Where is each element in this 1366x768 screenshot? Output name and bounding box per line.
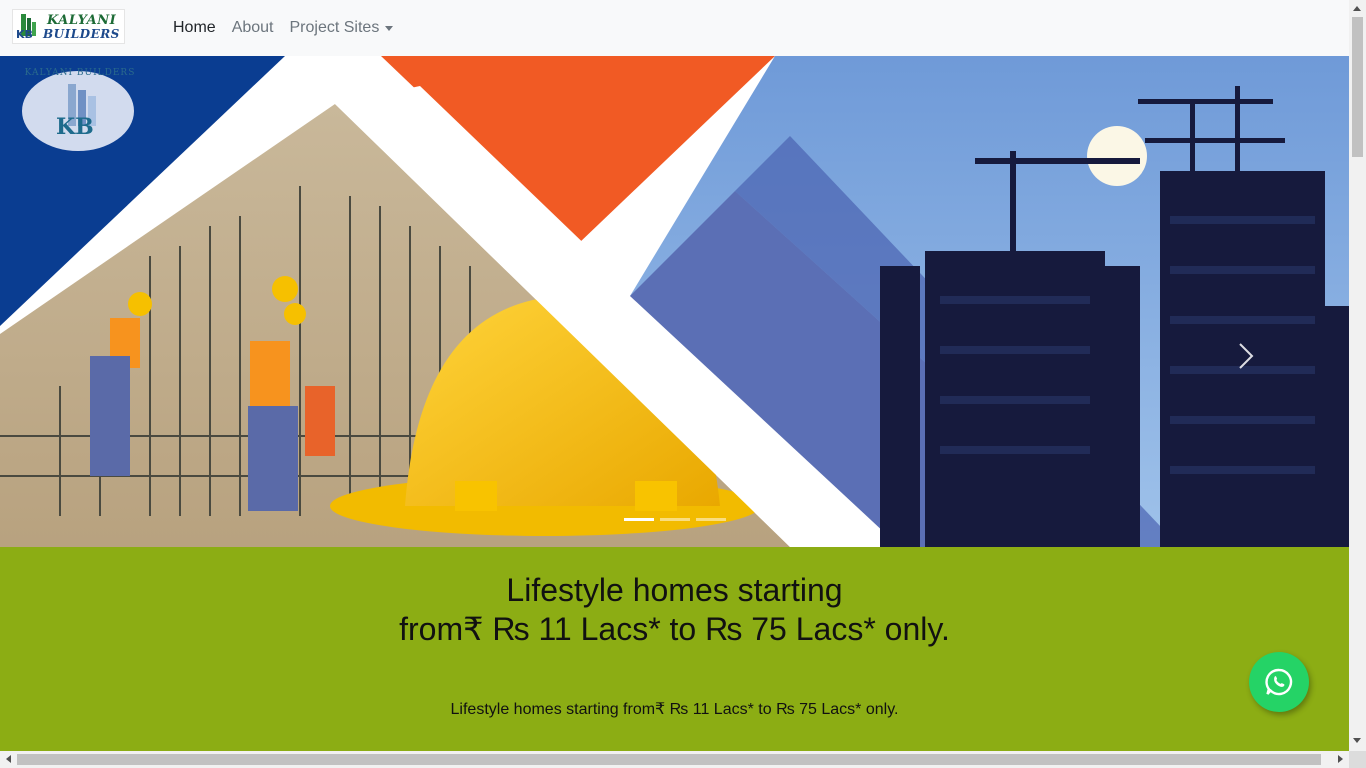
headline-line1: Lifestyle homes starting bbox=[506, 572, 843, 608]
scroll-down-arrow-icon[interactable] bbox=[1353, 738, 1361, 743]
brand-logo[interactable]: KALYANI BUILDERS KB bbox=[12, 9, 125, 44]
brand-name-line2: BUILDERS bbox=[43, 27, 120, 41]
nav-about[interactable]: About bbox=[232, 19, 274, 37]
hero-carousel: KB KALYANI BUILDERS bbox=[0, 56, 1349, 547]
vertical-scroll-thumb[interactable] bbox=[1352, 17, 1363, 157]
carousel-indicators bbox=[624, 518, 726, 521]
navbar: KALYANI BUILDERS KB Home About Project S… bbox=[0, 0, 1349, 56]
carousel-next-button[interactable] bbox=[1226, 326, 1270, 386]
nav-project-sites[interactable]: Project Sites bbox=[290, 19, 394, 37]
nav-home[interactable]: Home bbox=[173, 19, 216, 37]
chevron-right-icon bbox=[1239, 343, 1254, 369]
brand-monogram: KB bbox=[16, 28, 33, 41]
carousel-slide-image bbox=[0, 56, 1349, 547]
horizontal-scroll-thumb[interactable] bbox=[17, 754, 1321, 765]
pricing-subline: Lifestyle homes starting from₹ ₨ 11 Lacs… bbox=[450, 701, 899, 718]
nav-links: Home About Project Sites bbox=[173, 0, 409, 56]
scroll-up-arrow-icon[interactable] bbox=[1353, 6, 1361, 11]
pricing-section: Lifestyle homes starting from₹ ₨ 11 Lacs… bbox=[0, 547, 1349, 752]
vertical-scrollbar[interactable] bbox=[1349, 0, 1366, 751]
badge-text: KALYANI BUILDERS bbox=[24, 68, 136, 78]
whatsapp-button[interactable] bbox=[1249, 652, 1309, 712]
whatsapp-icon bbox=[1265, 668, 1293, 696]
horizontal-scrollbar[interactable] bbox=[0, 751, 1349, 768]
carousel-indicator-3[interactable] bbox=[696, 518, 726, 521]
scrollbar-corner bbox=[1349, 751, 1366, 768]
brand-name-line1: KALYANI bbox=[47, 13, 117, 28]
carousel-indicator-1[interactable] bbox=[624, 518, 654, 521]
scroll-left-arrow-icon[interactable] bbox=[6, 755, 11, 763]
nav-project-sites-label: Project Sites bbox=[289, 19, 380, 36]
scroll-right-arrow-icon[interactable] bbox=[1338, 755, 1343, 763]
badge-monogram: KB bbox=[56, 114, 94, 140]
pricing-headline: Lifestyle homes starting from₹ ₨ 11 Lacs… bbox=[0, 571, 1349, 649]
kalyani-builders-badge: KB KALYANI BUILDERS bbox=[20, 66, 138, 151]
headline-line2: from₹ ₨ 11 Lacs* to ₨ 75 Lacs* only. bbox=[399, 611, 950, 647]
caret-down-icon bbox=[385, 25, 394, 31]
carousel-indicator-2[interactable] bbox=[660, 518, 690, 521]
